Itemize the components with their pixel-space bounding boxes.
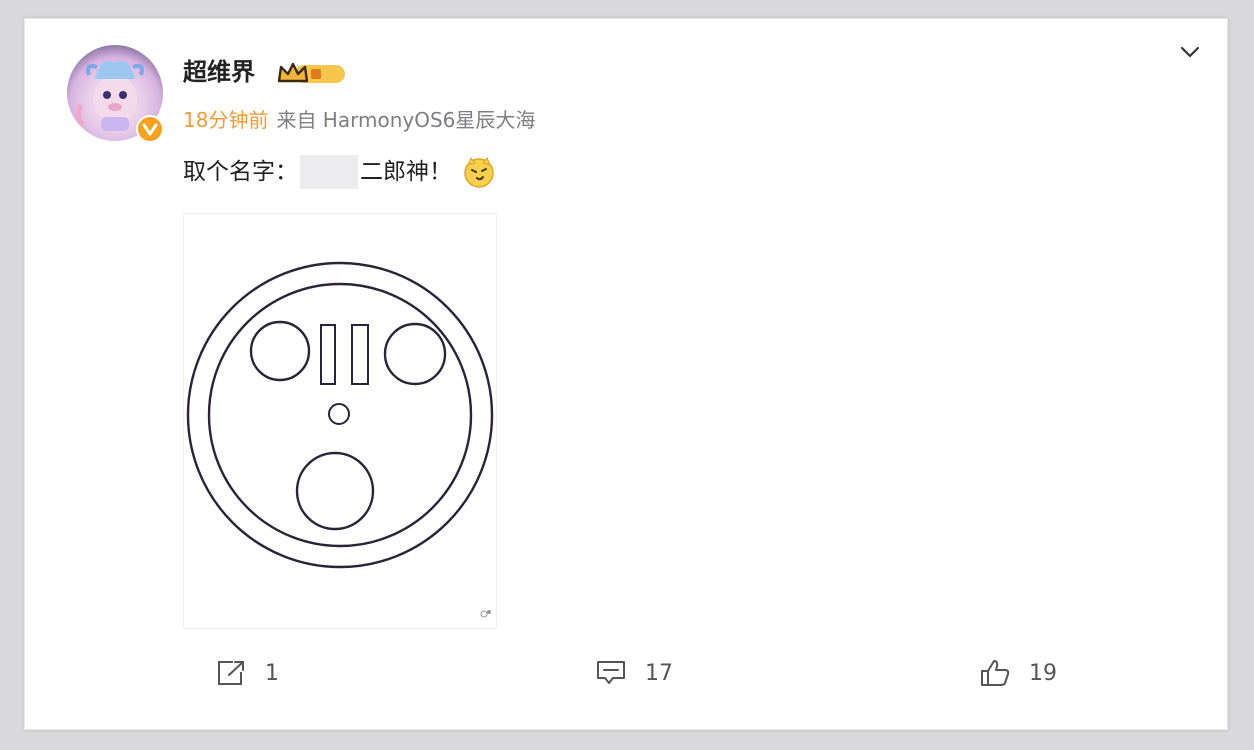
verified-badge-icon [136,115,164,143]
redacted-text-block [300,155,358,189]
chevron-down-icon[interactable] [1179,41,1201,63]
camera-module-sketch-icon [186,261,494,618]
post-meta: 18分钟前 来自 HarmonyOS6星辰大海 [183,105,535,135]
repost-button[interactable]: 1 [215,655,279,691]
share-icon [218,661,244,685]
crown-level-badge-icon [277,61,347,91]
post-time[interactable]: 18分钟前 [183,108,268,132]
comment-button[interactable]: 17 [595,655,673,691]
like-count: 19 [1029,660,1057,686]
post-text-after: 二郎神！ [360,159,452,185]
post-source[interactable]: 来自 HarmonyOS6星辰大海 [276,108,535,132]
thumbs-up-icon [981,660,1010,686]
repost-count: 1 [265,660,279,686]
comment-count: 17 [645,660,673,686]
weibo-post-card: 超维界 18分钟前 来自 HarmonyOS6星辰大海 取个名字： 二郎神！ 1… [24,18,1228,730]
comment-icon [597,661,625,684]
like-button[interactable]: 19 [979,655,1057,691]
post-content: 取个名字： 二郎神！ [183,155,496,189]
post-image[interactable] [183,213,497,629]
post-text-before: 取个名字： [183,159,298,185]
smirking-face-emoji-icon [462,155,496,189]
author-name[interactable]: 超维界 [183,55,255,89]
